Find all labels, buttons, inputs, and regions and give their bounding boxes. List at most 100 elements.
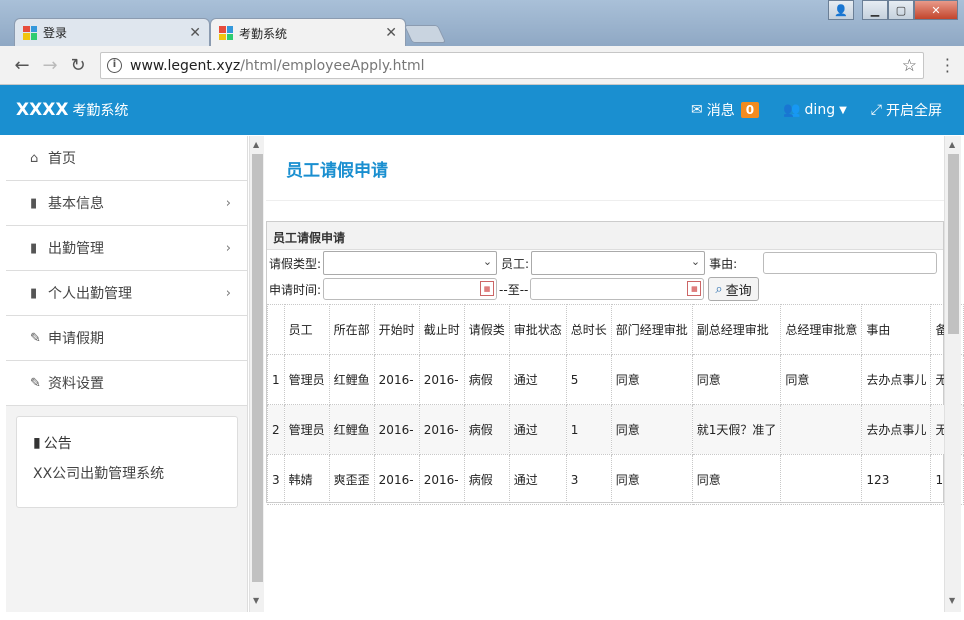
search-button[interactable]: ⌕ 查询 — [708, 277, 759, 301]
main-scrollbar[interactable]: ▲ ▼ — [944, 136, 961, 612]
table-cell: 2016- — [373, 354, 420, 405]
table-cell — [780, 454, 863, 505]
user-icon[interactable]: 👤 — [828, 0, 854, 20]
app-header: XXXX 考勤系统 ✉ 消息 0 👥 ding ▼ ⤢ 开启全屏 — [0, 85, 964, 135]
table-cell: 2 — [267, 404, 285, 455]
table-cell: 2016- — [418, 354, 465, 405]
column-header[interactable]: 总经理审批意 — [780, 304, 863, 355]
close-icon[interactable]: ✕ — [189, 25, 201, 41]
expand-icon: ⤢ — [870, 102, 882, 118]
brand-subtitle: 考勤系统 — [72, 103, 129, 119]
table-cell: 同意 — [610, 454, 693, 505]
table-cell: 管理员 — [283, 404, 330, 455]
tab-title: 考勤系统 — [239, 26, 288, 41]
table-cell: 爽歪歪 — [328, 454, 375, 505]
table-cell: 5 — [565, 354, 612, 405]
brand-logo[interactable]: XXXX 考勤系统 — [16, 100, 128, 120]
sidebar-item-label: 基本信息 — [48, 196, 104, 212]
column-header[interactable]: 部门经理审批 — [610, 304, 693, 355]
filter-row-1: 请假类型: ⌄ 员工: ⌄ 事由: — [269, 251, 938, 275]
calendar-icon[interactable]: ▦ — [687, 281, 702, 296]
sidebar-item-personal-attendance[interactable]: ▮ 个人出勤管理 › — [6, 271, 247, 316]
column-header[interactable]: 请假类 — [463, 304, 510, 355]
tab-attendance[interactable]: 考勤系统 ✕ — [210, 18, 406, 47]
minimize-icon[interactable]: ▁ — [862, 0, 888, 20]
sidebar-item-label: 首页 — [48, 151, 76, 167]
column-header[interactable]: 事由 — [861, 304, 932, 355]
tab-login[interactable]: 登录 ✕ — [14, 18, 210, 46]
reason-input[interactable] — [763, 252, 938, 274]
sidebar-item-basic-info[interactable]: ▮ 基本信息 › — [6, 181, 247, 226]
table-cell: 红鲤鱼 — [328, 404, 375, 455]
leave-type-select[interactable]: ⌄ — [323, 251, 498, 275]
table-cell: 红鲤鱼 — [328, 354, 375, 405]
sidebar-item-profile-settings[interactable]: ✎ 资料设置 — [6, 361, 247, 406]
envelope-icon: ✉ — [691, 102, 703, 118]
scrollbar-thumb[interactable] — [948, 154, 959, 334]
table-row[interactable]: 2 管理员 红鲤鱼 2016- 2016- 病假 通过 1 同意 就1天假？准了… — [267, 404, 964, 455]
notice-title: 公告 — [43, 436, 72, 452]
bookmark-star-icon[interactable]: ☆ — [902, 56, 917, 76]
chevron-down-icon: ⌄ — [690, 255, 701, 268]
back-icon[interactable]: ← — [8, 55, 36, 76]
user-menu-button[interactable]: 👥 ding ▼ — [783, 102, 847, 118]
column-header[interactable]: 副总经理审批 — [691, 304, 782, 355]
user-name: ding — [804, 102, 836, 118]
chevron-down-icon: ⌄ — [482, 255, 493, 268]
column-header[interactable]: 所在部 — [328, 304, 375, 355]
scroll-up-icon[interactable]: ▲ — [949, 140, 955, 149]
close-window-icon[interactable]: ✕ — [914, 0, 958, 20]
chevron-right-icon: › — [225, 285, 231, 301]
table-row[interactable]: 1 管理员 红鲤鱼 2016- 2016- 病假 通过 5 同意 同意 同意 去… — [267, 354, 964, 405]
table-cell: 韩婧 — [283, 454, 330, 505]
new-tab-button[interactable] — [403, 25, 447, 43]
start-date-input[interactable]: ▦ — [323, 278, 498, 300]
divider — [266, 200, 944, 201]
address-bar[interactable]: i www.legent.xyz/html/employeeApply.html… — [100, 52, 924, 79]
end-date-input[interactable]: ▦ — [530, 278, 705, 300]
table-cell: 同意 — [780, 354, 863, 405]
browser-titlebar: 登录 ✕ 考勤系统 ✕ 👤 ▁ ▢ ✕ — [0, 0, 964, 47]
sidebar: ⌂ 首页 ▮ 基本信息 › ▮ 出勤管理 › ▮ 个人出勤管理 › ✎ 申请假期… — [6, 136, 248, 612]
sidebar-item-attendance[interactable]: ▮ 出勤管理 › — [6, 226, 247, 271]
search-button-label: 查询 — [725, 283, 752, 299]
table-cell: 2016- — [373, 404, 420, 455]
table-cell: 2016- — [418, 404, 465, 455]
sidebar-item-apply-leave[interactable]: ✎ 申请假期 — [6, 316, 247, 361]
maximize-icon[interactable]: ▢ — [888, 0, 914, 20]
column-header[interactable]: 员工 — [283, 304, 330, 355]
table-cell: 同意 — [610, 404, 693, 455]
column-header[interactable]: 截止时 — [418, 304, 465, 355]
table-cell: 通过 — [508, 454, 567, 505]
filter-row-2: 申请时间: ▦ --至-- ▦ ⌕ 查询 — [269, 277, 759, 301]
sidebar-scrollbar[interactable]: ▲ ▼ — [249, 136, 264, 612]
column-header[interactable]: 开始时 — [373, 304, 420, 355]
column-header[interactable]: 审批状态 — [508, 304, 567, 355]
scroll-up-icon[interactable]: ▲ — [253, 140, 259, 149]
notice-text: XX公司出勤管理系统 — [33, 466, 165, 482]
scroll-down-icon[interactable]: ▼ — [949, 596, 955, 605]
table-cell: 1 — [267, 354, 285, 405]
scrollbar-thumb[interactable] — [252, 154, 263, 582]
calendar-icon[interactable]: ▦ — [480, 281, 495, 296]
forward-icon[interactable]: → — [36, 55, 64, 76]
table-header-row: 员工 所在部 开始时 截止时 请假类 审批状态 总时长 部门经理审批 副总经理审… — [267, 304, 964, 355]
reason-label: 事由: — [709, 256, 738, 271]
column-header[interactable] — [267, 304, 285, 355]
close-icon[interactable]: ✕ — [385, 25, 397, 41]
table-cell: 去办点事儿 — [861, 354, 932, 405]
scroll-down-icon[interactable]: ▼ — [253, 596, 259, 605]
table-cell: 病假 — [463, 354, 510, 405]
browser-menu-icon[interactable]: · · · — [945, 52, 950, 80]
table-row[interactable]: 3 韩婧 爽歪歪 2016- 2016- 病假 通过 3 同意 同意 123 1… — [267, 454, 964, 505]
employee-select[interactable]: ⌄ — [531, 251, 706, 275]
table-cell: 2016- — [418, 454, 465, 505]
table-cell: 病假 — [463, 454, 510, 505]
info-icon[interactable]: i — [107, 58, 122, 73]
fullscreen-button[interactable]: ⤢ 开启全屏 — [871, 100, 942, 120]
reload-icon[interactable]: ↻ — [64, 55, 92, 76]
messages-button[interactable]: ✉ 消息 0 — [691, 100, 760, 120]
column-header[interactable]: 总时长 — [565, 304, 612, 355]
sidebar-item-home[interactable]: ⌂ 首页 — [6, 136, 247, 181]
table-cell: 病假 — [463, 404, 510, 455]
